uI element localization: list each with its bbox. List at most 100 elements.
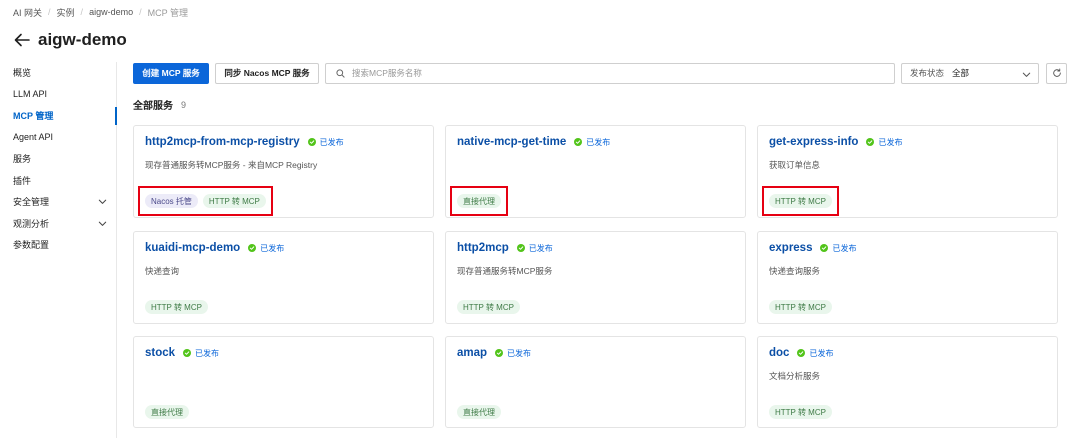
- service-description: 快递查询服务: [769, 266, 821, 276]
- status-badge: 已发布: [820, 243, 856, 254]
- sidebar-item[interactable]: MCP 管理: [0, 105, 117, 127]
- service-name-link[interactable]: get-express-info: [769, 136, 858, 148]
- search-box[interactable]: [325, 62, 895, 84]
- card-header: amap 已发布: [457, 347, 531, 359]
- status-badge: 已发布: [574, 137, 610, 148]
- status-badge: 已发布: [248, 243, 284, 254]
- publish-status-select[interactable]: 发布状态 全部: [901, 62, 1039, 84]
- check-circle-icon: [495, 349, 504, 357]
- publish-status-label: 发布状态: [910, 68, 945, 78]
- card-header: doc 已发布: [769, 347, 833, 359]
- annotation-highlight-box: [762, 186, 839, 216]
- refresh-button[interactable]: [1046, 62, 1067, 84]
- card-header: native-mcp-get-time 已发布: [457, 136, 610, 148]
- service-description: 快递查询: [145, 266, 180, 276]
- status-text: 已发布: [260, 243, 285, 253]
- status-badge: 已发布: [495, 348, 531, 359]
- section-title-text: 全部服务: [133, 101, 173, 112]
- service-card[interactable]: http2mcp-from-mcp-registry 已发布 现存普通服务转MCP服…: [133, 125, 434, 218]
- sidebar-item-label: 参数配置: [13, 240, 50, 251]
- sidebar-item[interactable]: 参数配置: [0, 234, 116, 256]
- card-header: http2mcp 已发布: [457, 242, 553, 254]
- status-badge: 已发布: [183, 348, 219, 359]
- service-type-tag: HTTP 转 MCP: [457, 300, 520, 314]
- service-type-tag: 直接代理: [145, 405, 189, 419]
- service-card[interactable]: kuaidi-mcp-demo 已发布快递查询 HTTP 转 MCP: [133, 231, 434, 324]
- sync-nacos-mcp-button[interactable]: 同步 Nacos MCP 服务: [215, 62, 319, 84]
- service-card[interactable]: get-express-info 已发布 获取订单信息 HTTP 转 MCP: [757, 125, 1058, 218]
- check-circle-icon: [183, 349, 192, 357]
- service-tags: HTTP 转 MCP: [145, 300, 213, 314]
- service-tags: 直接代理: [457, 405, 506, 419]
- publish-status-value: 全部: [952, 68, 970, 78]
- check-circle-icon: [248, 244, 257, 252]
- sidebar-item-label: MCP 管理: [13, 111, 54, 122]
- service-card[interactable]: doc 已发布文档分析服务 HTTP 转 MCP: [757, 336, 1058, 428]
- sidebar-item-label: 插件: [13, 175, 32, 186]
- service-name-link[interactable]: native-mcp-get-time: [457, 136, 566, 148]
- section-title: 全部服务 9: [133, 97, 186, 113]
- status-badge: 已发布: [866, 137, 902, 148]
- breadcrumb-item-instances[interactable]: 实例: [57, 6, 75, 19]
- service-card[interactable]: stock 已发布直接代理: [133, 336, 434, 428]
- service-name-link[interactable]: kuaidi-mcp-demo: [145, 242, 240, 254]
- breadcrumb-item-instance[interactable]: aigw-demo: [89, 7, 133, 17]
- check-circle-icon: [797, 349, 806, 357]
- status-text: 已发布: [832, 243, 857, 253]
- check-circle-icon: [574, 138, 583, 146]
- service-description: 现存普通服务转MCP服务: [457, 266, 553, 276]
- service-name-link[interactable]: http2mcp: [457, 242, 509, 254]
- status-text: 已发布: [528, 243, 553, 253]
- breadcrumb-separator: /: [139, 7, 142, 17]
- sidebar-item[interactable]: 安全管理: [0, 191, 116, 213]
- sidebar-item[interactable]: 概览: [0, 62, 116, 84]
- service-card[interactable]: http2mcp 已发布现存普通服务转MCP服务 HTTP 转 MCP: [445, 231, 746, 324]
- sidebar-item[interactable]: 服务: [0, 148, 116, 170]
- sidebar-item[interactable]: 插件: [0, 170, 116, 192]
- sidebar-item[interactable]: 观测分析: [0, 213, 116, 235]
- page-title: aigw-demo: [38, 30, 127, 49]
- refresh-icon: [1052, 68, 1061, 77]
- service-card[interactable]: amap 已发布直接代理: [445, 336, 746, 428]
- card-header: http2mcp-from-mcp-registry 已发布: [145, 136, 344, 148]
- sidebar-item[interactable]: Agent API: [0, 127, 116, 149]
- status-text: 已发布: [809, 348, 834, 358]
- service-name-link[interactable]: http2mcp-from-mcp-registry: [145, 136, 300, 148]
- breadcrumb-separator: /: [48, 7, 51, 17]
- status-text: 已发布: [319, 137, 344, 147]
- service-card[interactable]: express 已发布快递查询服务 HTTP 转 MCP: [757, 231, 1058, 324]
- annotation-highlight-box: [450, 186, 508, 216]
- service-name-link[interactable]: doc: [769, 347, 789, 359]
- check-circle-icon: [820, 244, 829, 252]
- service-name-link[interactable]: express: [769, 242, 812, 254]
- card-header: express 已发布: [769, 242, 856, 254]
- status-badge: 已发布: [516, 243, 553, 254]
- card-header: kuaidi-mcp-demo 已发布: [145, 242, 284, 254]
- sidebar-item[interactable]: LLM API: [0, 84, 116, 106]
- annotation-highlight-box: [138, 186, 273, 216]
- card-header: get-express-info 已发布: [769, 136, 902, 148]
- service-card[interactable]: native-mcp-get-time 已发布 直接代理: [445, 125, 746, 218]
- service-tags: HTTP 转 MCP: [769, 405, 837, 419]
- service-type-tag: HTTP 转 MCP: [769, 300, 832, 314]
- chevron-down-icon: [98, 199, 107, 204]
- breadcrumb: AI 网关 / 实例 / aigw-demo / MCP 管理: [13, 5, 188, 19]
- search-input[interactable]: [352, 68, 872, 78]
- service-name-link[interactable]: stock: [145, 347, 175, 359]
- service-tags: HTTP 转 MCP: [769, 300, 837, 314]
- service-type-tag: HTTP 转 MCP: [145, 300, 208, 314]
- toolbar: 创建 MCP 服务 同步 Nacos MCP 服务 发布状态 全部: [133, 62, 1067, 84]
- status-badge: 已发布: [797, 348, 833, 359]
- status-text: 已发布: [195, 348, 220, 358]
- create-mcp-service-button[interactable]: 创建 MCP 服务: [133, 62, 209, 84]
- service-name-link[interactable]: amap: [457, 347, 487, 359]
- service-description: 文档分析服务: [769, 371, 821, 381]
- chevron-down-icon: [98, 221, 107, 226]
- card-header: stock 已发布: [145, 347, 219, 359]
- breadcrumb-item-ai-gateway[interactable]: AI 网关: [13, 6, 42, 19]
- sidebar-item-label: 服务: [13, 154, 32, 165]
- sidebar-item-label: LLM API: [13, 89, 48, 100]
- check-circle-icon: [307, 138, 316, 146]
- back-arrow-icon[interactable]: [12, 30, 32, 50]
- sidebar-item-label: 概览: [13, 68, 32, 79]
